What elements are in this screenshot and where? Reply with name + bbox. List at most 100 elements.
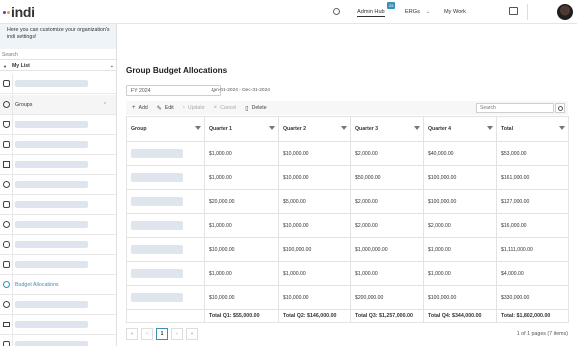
refresh-icon (0, 295, 13, 314)
q1-cell: $1,000.00 (204, 261, 279, 286)
filter-icon[interactable] (195, 126, 201, 130)
total-q4: Total Q4: $344,000.00 (423, 309, 497, 323)
total-cell: $127,000.00 (496, 189, 569, 214)
grid-toolbar: + Add ✎ Edit ▫ Update × Cancel ▯ Delete Searc… (126, 101, 568, 115)
next-page-button[interactable]: › (171, 328, 183, 340)
column-header-q1[interactable]: Quarter 1 (204, 116, 279, 142)
last-page-button[interactable]: » (186, 328, 198, 340)
table-row[interactable]: $1,000.00 $10,000.00 $2,000.00 $40,000.0… (126, 141, 569, 166)
sidebar-item[interactable] (0, 135, 116, 155)
table-row[interactable]: $1,000.00 $1,000.00 $1,000.00 $1,000.00 … (126, 261, 569, 286)
nav-ergs[interactable]: ERGs (405, 9, 420, 15)
fiscal-year-select[interactable]: FY 2024 ⌄ (126, 85, 221, 96)
sidebar-item[interactable] (0, 315, 116, 335)
q1-cell: $10,000.00 (204, 237, 279, 262)
column-header-group[interactable]: Group (126, 116, 205, 142)
sidebar-item[interactable] (0, 215, 116, 235)
group-name-placeholder (131, 269, 183, 278)
sidebar-item[interactable] (0, 115, 116, 135)
chevron-down-icon[interactable]: ⌄ (426, 9, 430, 15)
group-name-placeholder (131, 245, 183, 254)
user-avatar[interactable] (557, 4, 573, 20)
edit-button[interactable]: ✎ Edit (157, 105, 174, 112)
table-row[interactable]: $1,000.00 $10,000.00 $50,000.00 $100,000… (126, 165, 569, 190)
total-cell: $161,000.00 (496, 165, 569, 190)
indi-logo[interactable]: indi (3, 4, 35, 20)
q1-cell: $1,000.00 (204, 141, 279, 166)
q2-cell: $10,000.00 (278, 213, 351, 238)
delete-button[interactable]: ▯ Delete (245, 105, 266, 112)
close-icon: × (213, 105, 218, 111)
table-row[interactable]: $10,000.00 $100,000.00 $1,000,000.00 $1,… (126, 237, 569, 262)
sidebar-item-label (15, 161, 88, 168)
sidebar-item[interactable] (0, 235, 116, 255)
cancel-button[interactable]: × Cancel (214, 105, 237, 111)
theme-toggle-icon[interactable] (333, 8, 340, 15)
total-cell: $330,000.00 (496, 285, 569, 310)
pencil-icon: ✎ (156, 105, 162, 112)
column-header-q4[interactable]: Quarter 4 (423, 116, 497, 142)
group-name-placeholder (131, 293, 183, 302)
sidebar-item[interactable] (0, 155, 116, 175)
dollar-icon (0, 275, 13, 294)
column-header-total[interactable]: Total (496, 116, 569, 142)
chevron-up-icon: ⌃ (102, 101, 107, 108)
filter-icon[interactable] (341, 126, 347, 130)
sidebar-item-budget-allocations[interactable]: Budget Allocations (0, 275, 116, 295)
cancel-label: Cancel (220, 105, 237, 111)
q1-cell: $20,000.00 (204, 189, 279, 214)
page-1-button[interactable]: 1 (156, 328, 168, 340)
chat-icon[interactable] (509, 7, 518, 15)
plus-icon: + (132, 105, 136, 111)
q4-cell: $1,000.00 (423, 261, 497, 286)
topbar-divider (527, 4, 528, 20)
sidebar-search-input[interactable]: Search (0, 51, 116, 60)
add-button[interactable]: + Add (132, 105, 148, 111)
column-header-q2[interactable]: Quarter 2 (278, 116, 351, 142)
pager: « ‹ 1 › » 1 of 1 pages (7 items) (126, 324, 568, 344)
sidebar-item[interactable] (0, 295, 116, 315)
sidebar-item-label (15, 141, 88, 148)
my-list-select[interactable]: ▼ My List ⌄ (0, 62, 116, 71)
table-row[interactable]: $1,000.00 $10,000.00 $2,000.00 $2,000.00… (126, 213, 569, 238)
column-header-q3[interactable]: Quarter 3 (350, 116, 424, 142)
sidebar-item[interactable] (0, 195, 116, 215)
search-icon (557, 105, 563, 111)
total-cell: $1,111,000.00 (496, 237, 569, 262)
frame-icon (0, 135, 13, 154)
group-cell (126, 165, 205, 190)
prev-page-button[interactable]: ‹ (141, 328, 153, 340)
filter-icon[interactable] (414, 126, 420, 130)
nav-my-work[interactable]: My Work (444, 9, 466, 15)
update-button[interactable]: ▫ Update (183, 105, 205, 111)
group-cell (126, 285, 205, 310)
q2-cell: $10,000.00 (278, 141, 351, 166)
total-cell: $53,000.00 (496, 141, 569, 166)
q3-cell: $200,000.00 (350, 285, 424, 310)
first-page-button[interactable]: « (126, 328, 138, 340)
sidebar-item[interactable] (0, 335, 116, 346)
group-cell (126, 237, 205, 262)
filter-icon[interactable] (487, 126, 493, 130)
nav-admin-hub[interactable]: Admin Hub (357, 9, 385, 17)
filter-icon[interactable] (559, 126, 565, 130)
q4-cell: $1,000.00 (423, 237, 497, 262)
total-cell: $16,000.00 (496, 213, 569, 238)
search-button[interactable] (555, 103, 565, 113)
bank-icon (0, 155, 13, 174)
table-row[interactable]: $10,000.00 $10,000.00 $200,000.00 $100,0… (126, 285, 569, 310)
sidebar-item[interactable] (0, 74, 116, 94)
sidebar-item-groups[interactable]: Groups ⌃ (0, 95, 116, 115)
trash-icon: ▯ (245, 105, 249, 112)
sidebar-item[interactable] (0, 175, 116, 195)
group-name-placeholder (131, 197, 183, 206)
table-row[interactable]: $20,000.00 $5,000.00 $2,000.00 $100,000.… (126, 189, 569, 214)
chevron-down-icon: ⌄ (109, 63, 114, 69)
sidebar-item[interactable] (0, 255, 116, 275)
q2-cell: $100,000.00 (278, 237, 351, 262)
grid-search-input[interactable]: Search (476, 103, 554, 113)
date-range: Jan-01-2024 - Dec-31-2024 (211, 88, 270, 93)
people-icon (0, 235, 13, 254)
filter-icon[interactable] (269, 126, 275, 130)
q3-cell: $1,000,000.00 (350, 237, 424, 262)
